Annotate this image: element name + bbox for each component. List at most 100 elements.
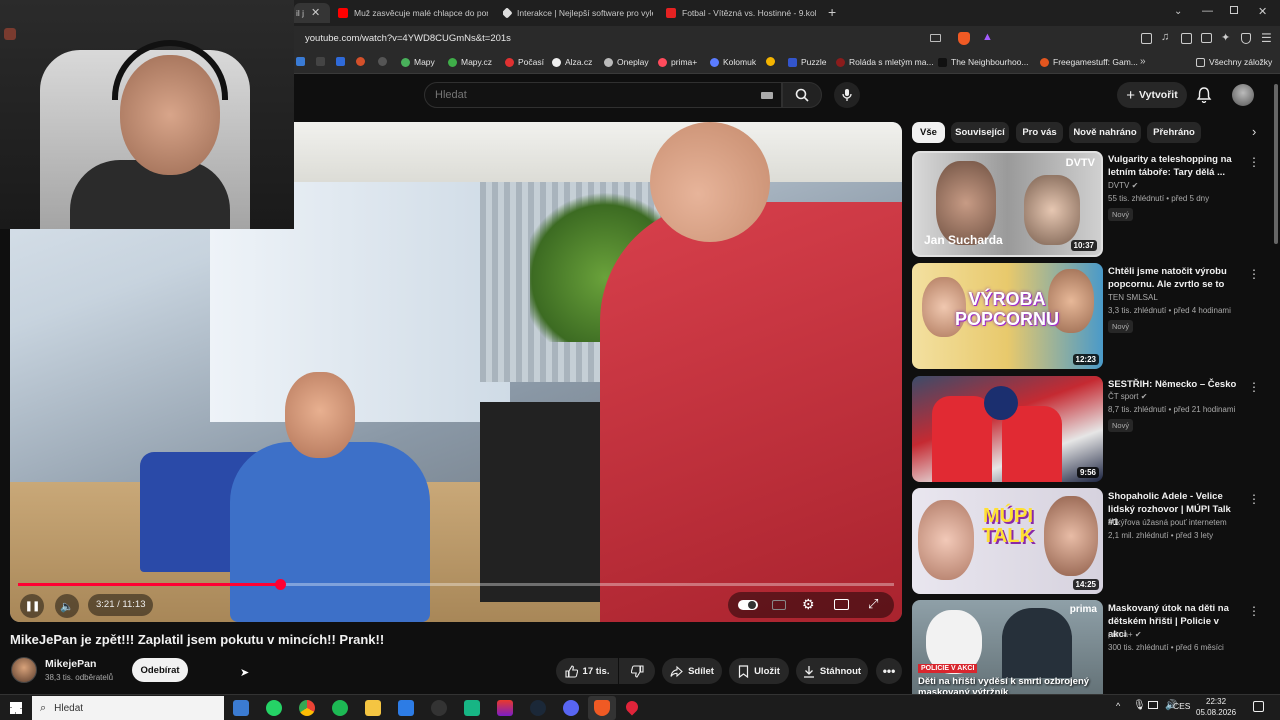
volume-button[interactable]: 🔈 xyxy=(55,594,79,618)
bookmark-neighbourhood[interactable]: The Neighbourhoo... xyxy=(938,57,1029,67)
spotify-icon[interactable] xyxy=(332,700,348,716)
account-avatar[interactable] xyxy=(1232,84,1254,106)
bookmark-icon-c[interactable] xyxy=(336,57,349,66)
recommendation-item[interactable]: VÝROBA POPCORNU 12:23 Chtěli jsme natoči… xyxy=(912,263,1272,369)
file-explorer-icon[interactable] xyxy=(365,700,381,716)
theater-mode-icon[interactable] xyxy=(834,599,849,610)
recommendation-title[interactable]: Chtěli jsme natočit výrobu popcornu. Ale… xyxy=(1108,265,1240,291)
bookmark-prima[interactable]: prima+ xyxy=(658,57,697,67)
recommendation-item[interactable]: MÚPI TALK 14:25 Shopaholic Adele - Velic… xyxy=(912,488,1272,594)
url-field[interactable]: youtube.com/watch?v=4YWD8CUGmNs&t=201s xyxy=(305,33,511,44)
app-g-icon[interactable] xyxy=(431,700,447,716)
new-tab-button[interactable]: + xyxy=(828,4,836,20)
discord-icon[interactable] xyxy=(563,700,579,716)
sidebar-icon[interactable] xyxy=(1181,33,1192,44)
chips-next-icon[interactable]: › xyxy=(1252,124,1256,139)
bookmark-puzzle[interactable]: Puzzle xyxy=(788,57,827,67)
channel-avatar[interactable] xyxy=(11,657,37,683)
restore-icon[interactable] xyxy=(1230,6,1238,14)
windows-start-icon[interactable] xyxy=(10,702,22,714)
share-button[interactable]: Sdílet xyxy=(662,658,722,684)
menu-icon[interactable]: ☰ xyxy=(1261,31,1272,45)
subscribe-button[interactable]: Odebírat xyxy=(132,658,188,682)
bookmark-mapy[interactable]: Mapy xyxy=(401,57,435,67)
voice-search-button[interactable] xyxy=(834,82,860,108)
chip-related[interactable]: Související xyxy=(951,122,1009,143)
bookmark-icon-d[interactable] xyxy=(356,57,369,66)
video-thumbnail[interactable]: 9:56 xyxy=(912,376,1103,482)
download-button[interactable]: Stáhnout xyxy=(796,658,868,684)
brave-shield-icon[interactable] xyxy=(958,32,970,45)
more-vertical-icon[interactable]: ⋮ xyxy=(1248,155,1260,169)
page-scrollbar[interactable] xyxy=(1272,74,1280,694)
progress-handle[interactable] xyxy=(274,579,286,590)
more-actions-button[interactable]: ••• xyxy=(876,658,902,684)
scrollbar-thumb[interactable] xyxy=(1274,84,1278,244)
brave-taskbar-active[interactable] xyxy=(588,696,616,720)
progress-bar[interactable] xyxy=(18,579,894,590)
wallet-icon[interactable] xyxy=(1201,33,1212,43)
video-thumbnail[interactable]: MÚPI TALK 14:25 xyxy=(912,488,1103,594)
whatsapp-icon[interactable] xyxy=(266,700,282,716)
task-view-icon[interactable] xyxy=(233,700,249,716)
recommendation-item[interactable]: 9:56 SESTŘIH: Německo – Česko ČT sport ✔… xyxy=(912,376,1272,482)
like-button[interactable]: 17 tis. xyxy=(556,658,618,684)
pause-button[interactable]: ❚❚ xyxy=(20,594,44,618)
bookmark-icon-b[interactable] xyxy=(316,57,329,66)
app-obs-icon[interactable] xyxy=(497,700,513,716)
more-vertical-icon[interactable]: ⋮ xyxy=(1248,380,1260,394)
tab-3[interactable]: Interakce | Nejlepší software pro vyle xyxy=(503,3,653,23)
cast-icon[interactable] xyxy=(930,34,941,42)
recommendation-item[interactable]: prima POLICIE V AKCI Děti na hřišti vydě… xyxy=(912,600,1272,694)
bookmark-kolomuk[interactable]: Kolomuk xyxy=(710,57,756,67)
notification-center-icon[interactable] xyxy=(1253,701,1264,712)
notifications-button[interactable] xyxy=(1196,86,1212,108)
channel-name[interactable]: MikejePan xyxy=(45,658,96,670)
subtitles-icon[interactable] xyxy=(772,600,786,610)
chip-recently-uploaded[interactable]: Nově nahráno xyxy=(1069,122,1141,143)
more-vertical-icon[interactable]: ⋮ xyxy=(1248,492,1260,506)
bookmark-mapy-cz[interactable]: Mapy.cz xyxy=(448,57,492,67)
recommendation-channel[interactable]: TEN SMLSAL xyxy=(1108,293,1158,302)
all-bookmarks[interactable]: Všechny záložky xyxy=(1196,57,1272,67)
taskbar-search[interactable]: ⌕ Hledat xyxy=(32,696,224,720)
bookmark-alza[interactable]: Alza.cz xyxy=(552,57,592,67)
tray-network-icon[interactable] xyxy=(1148,701,1158,709)
recommendation-title[interactable]: Vulgarity a teleshopping na letním táboř… xyxy=(1108,153,1240,179)
recommendation-channel[interactable]: ČT sport ✔ xyxy=(1108,392,1147,401)
more-vertical-icon[interactable]: ⋮ xyxy=(1248,604,1260,618)
chevron-down-icon[interactable]: ⌄ xyxy=(1174,6,1182,17)
chip-watched[interactable]: Přehráno xyxy=(1147,122,1201,143)
brave-rewards-icon[interactable]: ▲ xyxy=(982,31,993,43)
app-tv-icon[interactable] xyxy=(464,700,480,716)
chip-all[interactable]: Vše xyxy=(912,122,945,143)
recommendation-channel[interactable]: DVTV ✔ xyxy=(1108,181,1138,190)
close-tab-icon[interactable]: ✕ xyxy=(311,6,320,19)
bookmark-oneplay[interactable]: Oneplay xyxy=(604,57,649,67)
tab-2[interactable]: Muž zasvěcuje malé chlapce do porn xyxy=(338,3,488,23)
settings-gear-icon[interactable]: ⚙ xyxy=(802,596,815,613)
video-thumbnail[interactable]: VÝROBA POPCORNU 12:23 xyxy=(912,263,1103,369)
minimize-icon[interactable]: — xyxy=(1202,5,1213,17)
music-icon[interactable]: ♫ xyxy=(1161,31,1169,43)
bookmarks-overflow-icon[interactable]: » xyxy=(1140,56,1146,67)
video-thumbnail[interactable]: DVTV Jan Sucharda 10:37 xyxy=(912,151,1103,257)
autoplay-toggle[interactable] xyxy=(738,600,758,610)
keyboard-icon[interactable] xyxy=(761,92,773,99)
save-button[interactable]: Uložit xyxy=(729,658,789,684)
vscode-icon[interactable] xyxy=(398,700,414,716)
dislike-button[interactable] xyxy=(619,658,655,684)
more-vertical-icon[interactable]: ⋮ xyxy=(1248,267,1260,281)
taskbar-clock[interactable]: 22:32 05.08.2026 xyxy=(1196,696,1236,718)
video-thumbnail[interactable]: prima POLICIE V AKCI Děti na hřišti vydě… xyxy=(912,600,1103,694)
bookmark-icon-f[interactable] xyxy=(766,57,779,66)
recommendation-channel[interactable]: prima+ ✔ xyxy=(1108,630,1142,639)
create-button[interactable]: + Vytvořit xyxy=(1117,82,1187,108)
bookmark-pocasi[interactable]: Počasí xyxy=(505,57,544,67)
tray-mic-icon[interactable]: 🎙 xyxy=(1133,700,1146,711)
leo-ai-icon[interactable]: ✦ xyxy=(1221,31,1230,44)
vpn-shield-icon[interactable] xyxy=(1241,33,1251,44)
tab-4[interactable]: Fotbal - Vítězná vs. Hostinné - 9.kolo xyxy=(666,3,816,23)
close-window-icon[interactable]: ✕ xyxy=(1258,5,1267,18)
fullscreen-icon[interactable]: ⤢ xyxy=(868,596,878,612)
